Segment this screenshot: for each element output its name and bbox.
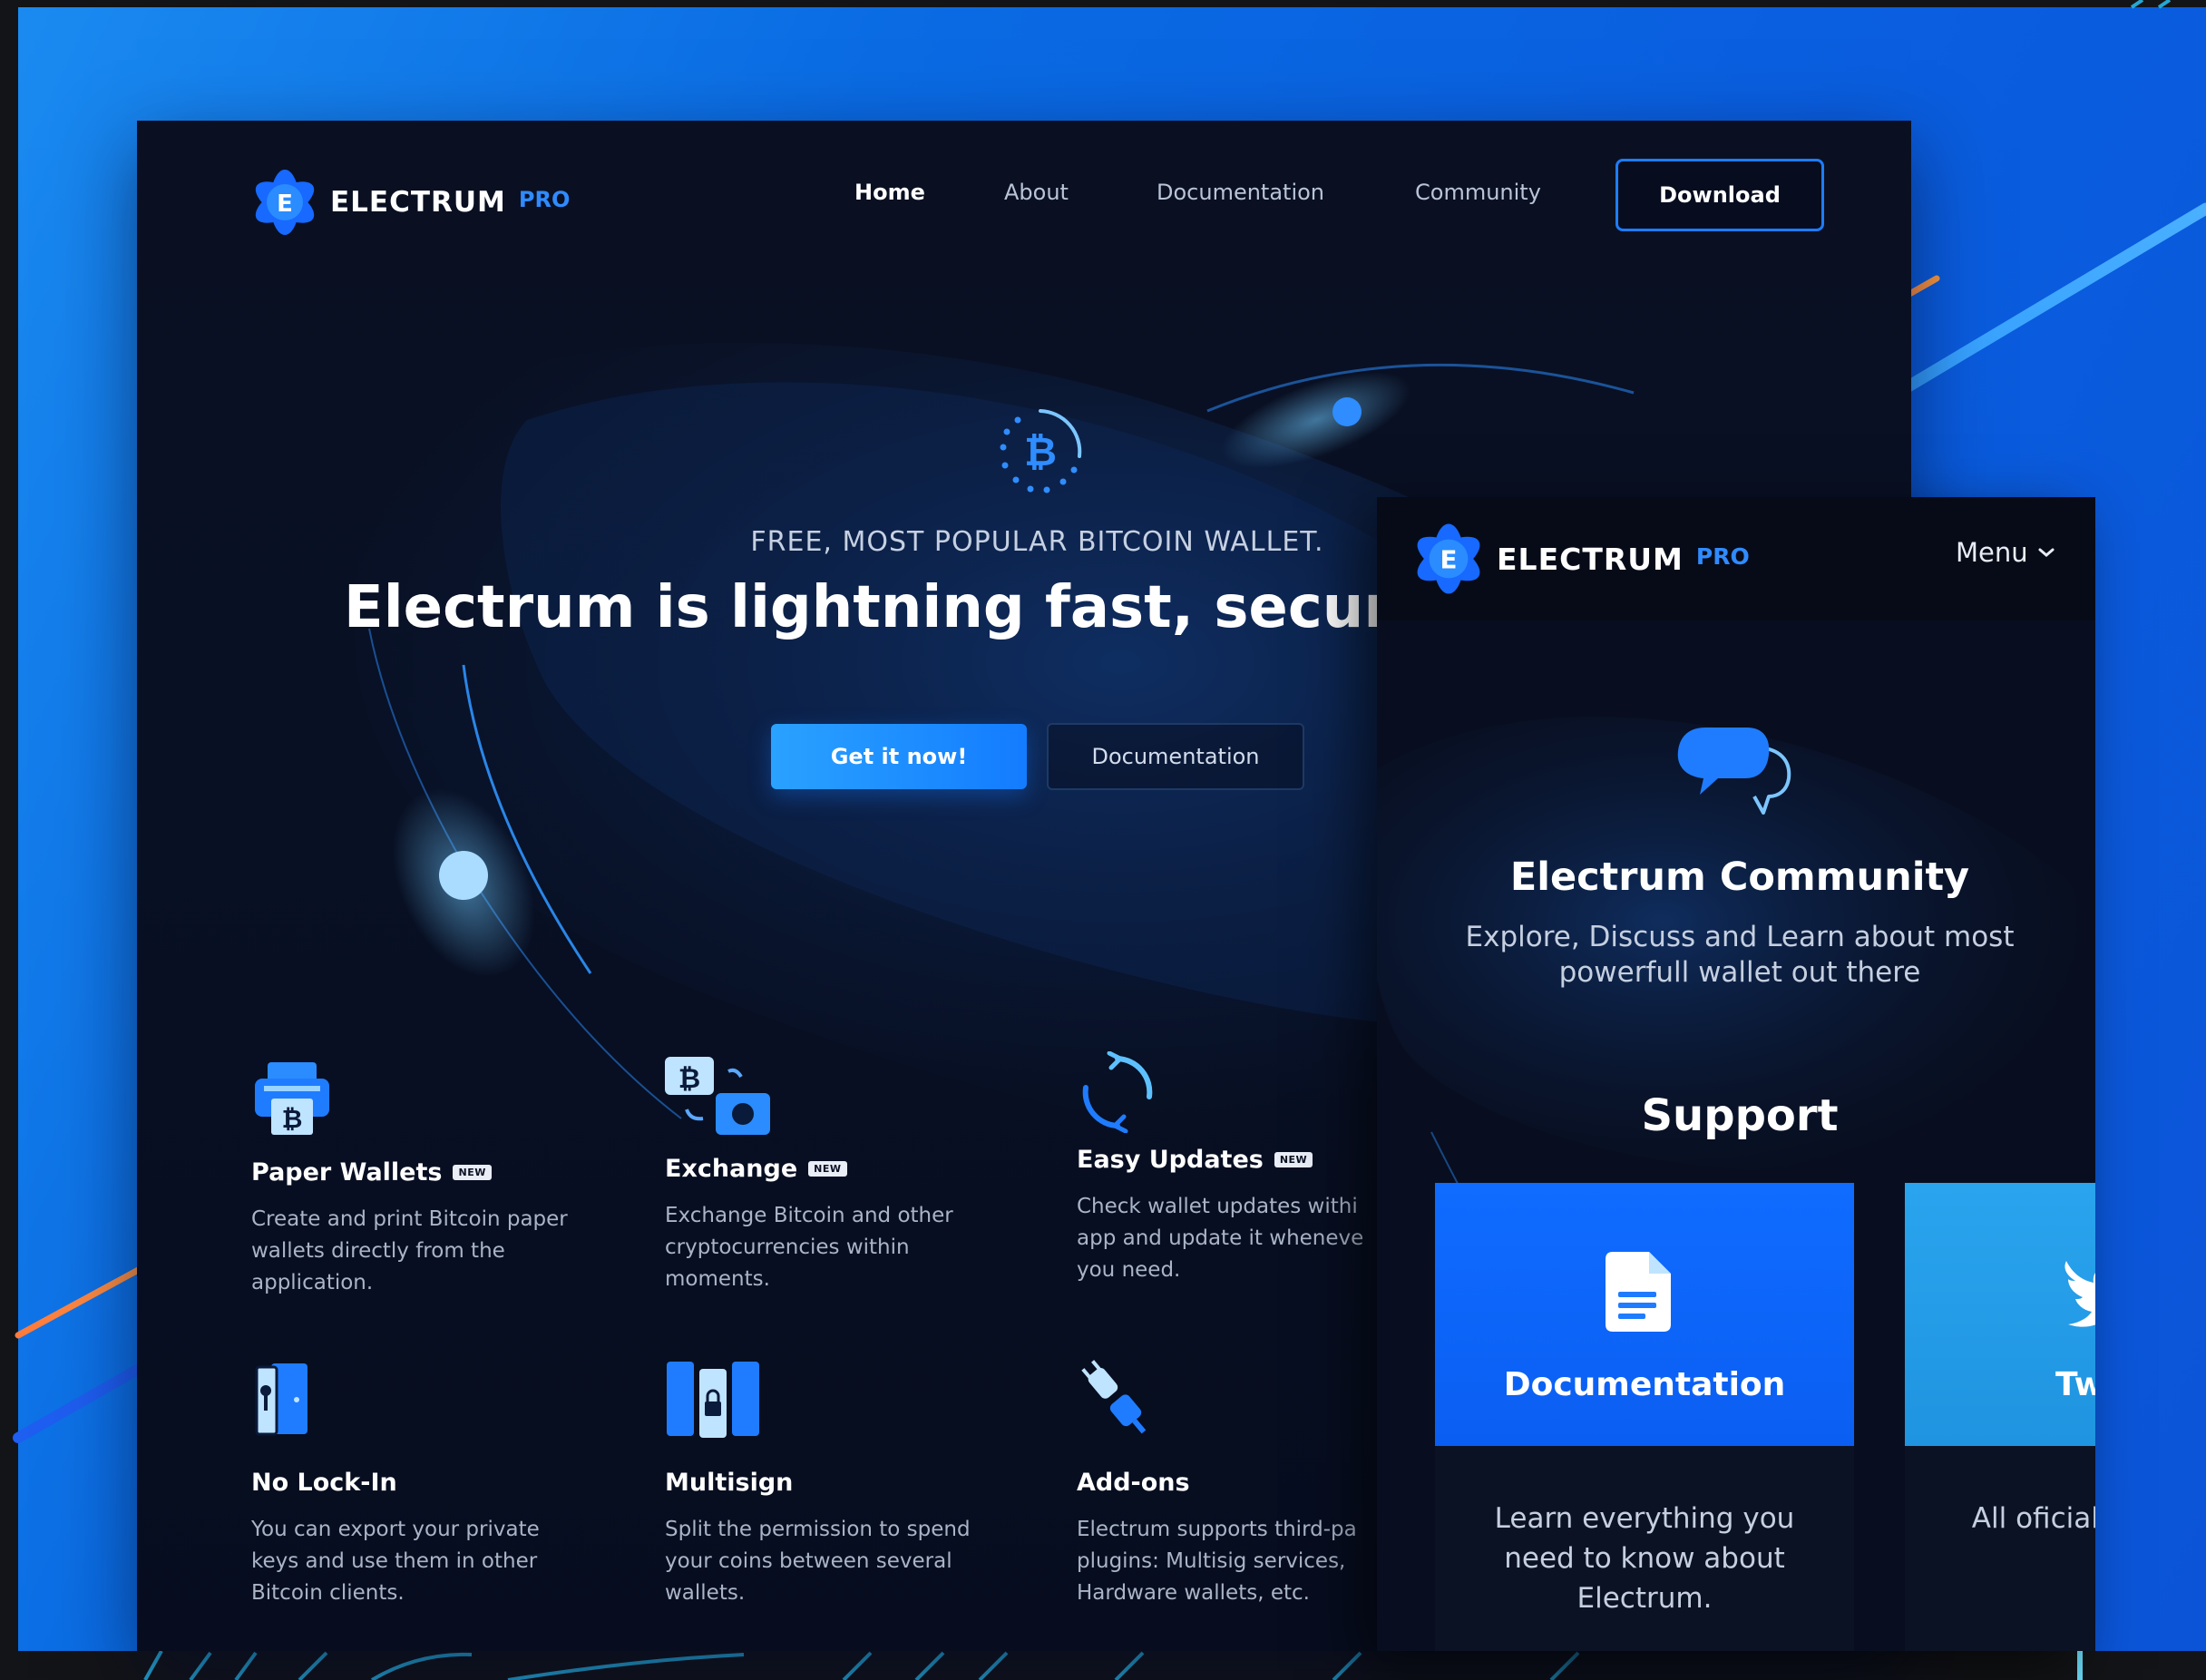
feature-title: No Lock-In [251,1469,397,1497]
twitter-card-body: All oficial c are publ [1905,1446,2095,1651]
svg-text:₿: ₿ [282,1104,303,1134]
feature-title: Multisign [665,1469,794,1497]
documentation-card-body: Learn everything you need to know about … [1435,1446,1854,1651]
twitter-card-title: Tw [2055,1366,2095,1403]
nav-community[interactable]: Community [1415,180,1541,205]
showcase-canvas: E ELECTRUM PRO Home About Documentation … [0,0,2206,1680]
refresh-icon [1082,1051,1153,1133]
mobile-website: E ELECTRUM PRO Menu Electrum Community E… [1377,497,2095,1651]
mobile-menu-button[interactable]: Menu [1956,537,2055,568]
twitter-card[interactable]: Tw [1905,1183,2095,1446]
door-key-icon [255,1363,307,1436]
exchange-icon: ₿ [665,1057,770,1135]
new-badge: NEW [453,1165,492,1180]
twitter-card-desc: All oficial c are publ [1971,1502,2095,1535]
new-badge: NEW [1274,1152,1313,1167]
nav-about[interactable]: About [1004,180,1069,205]
documentation-card-desc: Learn everything you need to know about … [1494,1502,1795,1615]
feature-desc: Split the permission to spend your coins… [665,1518,971,1605]
feature-desc: Electrum supports third-pa plugins: Mult… [1077,1518,1357,1605]
documentation-button[interactable]: Documentation [1047,723,1304,790]
feature-desc: You can export your private keys and use… [251,1518,540,1605]
electrum-logo-icon: E [255,170,315,235]
feature-title: Easy Updates [1077,1146,1264,1174]
svg-text:E: E [1440,545,1458,575]
chevron-down-icon [2038,548,2055,557]
bitcoin-icon: ₿ [1000,409,1082,493]
brand-logo[interactable]: E ELECTRUM PRO [249,163,570,241]
mobile-brand-logo[interactable]: E ELECTRUM PRO [1410,517,1750,601]
printer-icon: ₿ [255,1062,329,1135]
brand-name: ELECTRUM [330,186,506,219]
electrum-logo-icon: E [1417,523,1480,594]
brand-tier: PRO [1695,542,1750,570]
nav-documentation[interactable]: Documentation [1157,180,1324,205]
community-title: Electrum Community [1509,855,1970,900]
new-badge: NEW [808,1161,847,1177]
support-title: Support [1641,1090,1839,1141]
feature-title: Paper Wallets [251,1158,443,1187]
document-icon [1606,1252,1671,1332]
svg-text:₿: ₿ [678,1063,700,1095]
community-desc: Explore, Discuss and Learn about most po… [1465,921,2015,989]
brand-tier: PRO [518,187,571,212]
chat-bubbles-icon [1677,728,1791,815]
twitter-bird-icon [2064,1261,2095,1327]
feature-title: Exchange [665,1155,798,1183]
documentation-card[interactable]: Documentation [1435,1183,1854,1446]
feature-desc: Exchange Bitcoin and other cryptocurrenc… [665,1204,953,1291]
svg-text:₿: ₿ [1024,429,1057,475]
svg-text:E: E [277,190,293,218]
documentation-card-title: Documentation [1503,1366,1786,1403]
feature-desc: Create and print Bitcoin paper wallets d… [251,1207,568,1294]
download-button[interactable]: Download [1615,159,1824,231]
nav-home[interactable]: Home [854,180,925,205]
plug-icon [1081,1360,1147,1434]
feature-desc: Check wallet updates withi app and updat… [1077,1195,1364,1282]
menu-label: Menu [1956,537,2028,568]
feature-title: Add-ons [1077,1469,1190,1497]
brand-name: ELECTRUM [1497,541,1684,577]
multisig-lock-icon [667,1362,759,1438]
get-it-now-button[interactable]: Get it now! [771,724,1027,789]
